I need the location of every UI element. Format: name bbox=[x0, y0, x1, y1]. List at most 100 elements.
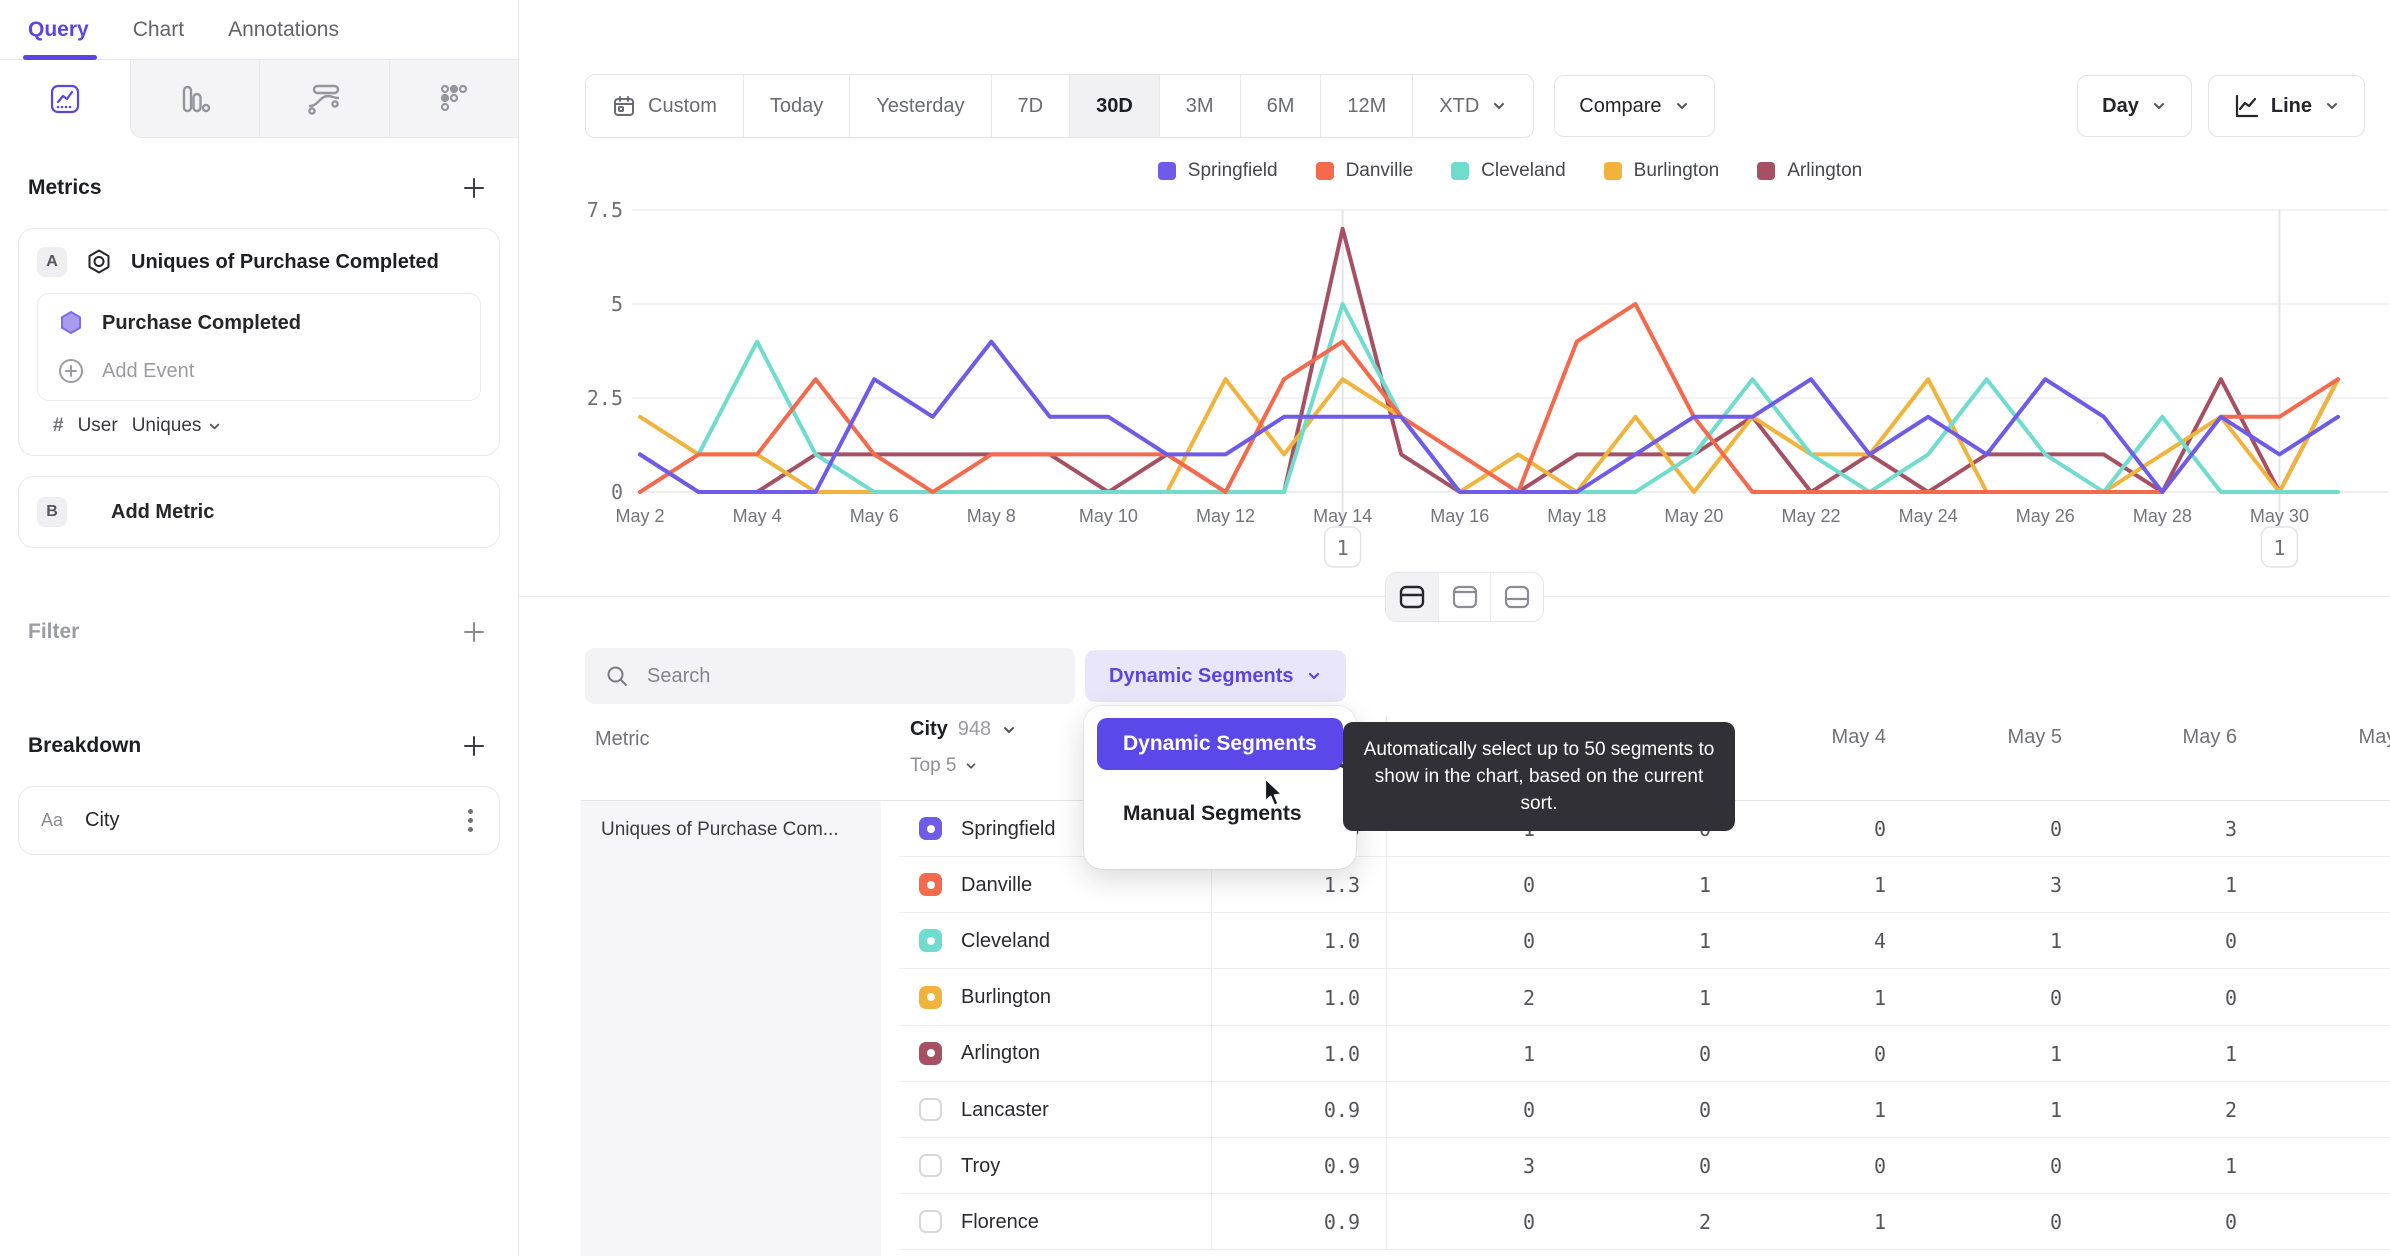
segment-search[interactable] bbox=[585, 648, 1075, 704]
segment-checkbox[interactable] bbox=[919, 929, 942, 953]
chart-type-tab-bar-chart[interactable] bbox=[129, 60, 259, 138]
measure-user[interactable]: User bbox=[78, 415, 118, 437]
bar-chart-icon bbox=[178, 82, 212, 116]
svg-text:May 8: May 8 bbox=[967, 506, 1016, 526]
layout-bottom-button[interactable] bbox=[1490, 573, 1543, 621]
measure-type-label: Uniques bbox=[131, 415, 202, 436]
range-6m[interactable]: 6M bbox=[1239, 75, 1321, 137]
svg-text:0: 0 bbox=[611, 480, 623, 504]
chart-type-strip bbox=[0, 60, 518, 138]
layout-top-button[interactable] bbox=[1437, 573, 1491, 621]
segment-name[interactable]: Springfield bbox=[961, 801, 1056, 857]
segment-name[interactable]: Cleveland bbox=[961, 913, 1050, 969]
day-header-may-4: May 4 bbox=[1831, 726, 1886, 748]
range-30d[interactable]: 30D bbox=[1069, 75, 1159, 137]
breakdown-dropdown[interactable]: City 948 bbox=[910, 718, 1017, 741]
svg-text:1: 1 bbox=[2273, 536, 2285, 560]
range-yesterday[interactable]: Yesterday bbox=[849, 75, 990, 137]
range-custom[interactable]: Custom bbox=[586, 75, 743, 137]
svg-text:May 24: May 24 bbox=[1899, 506, 1958, 526]
segment-name[interactable]: Burlington bbox=[961, 970, 1051, 1026]
layout-split-button[interactable] bbox=[1386, 573, 1438, 621]
segment-checkbox[interactable] bbox=[919, 1041, 942, 1065]
nav-tab-query[interactable]: Query bbox=[23, 0, 97, 60]
day-value: 0 bbox=[1698, 1041, 1711, 1066]
top-n-dropdown[interactable]: Top 5 bbox=[910, 755, 1017, 777]
range-3m[interactable]: 3M bbox=[1158, 75, 1240, 137]
add-event-row[interactable]: Add Event bbox=[58, 358, 460, 384]
metric-card-b[interactable]: B Add Metric bbox=[18, 476, 500, 548]
date-range-group: Custom Today Yesterday 7D 30D 3M 6M 12M XTD bbox=[585, 74, 1535, 138]
segment-name[interactable]: Arlington bbox=[961, 1026, 1040, 1082]
segment-checkbox[interactable] bbox=[919, 1210, 942, 1234]
segment-name[interactable]: Troy bbox=[961, 1138, 1000, 1194]
svg-text:2.5: 2.5 bbox=[587, 386, 623, 410]
nav-tab-chart[interactable]: Chart bbox=[133, 0, 184, 59]
date-toolbar: Custom Today Yesterday 7D 30D 3M 6M 12M XTD Comp… bbox=[585, 74, 2365, 138]
add-filter-plus-icon[interactable] bbox=[460, 618, 488, 646]
day-value: 1 bbox=[2049, 929, 2062, 954]
hexagon-filled-icon bbox=[58, 310, 84, 336]
segment-checkbox[interactable] bbox=[919, 1098, 942, 1121]
chart-type-tab-scatter-dots[interactable] bbox=[388, 60, 518, 138]
metrics-title: Metrics bbox=[28, 176, 102, 199]
range-label: 7D bbox=[1017, 94, 1044, 117]
event-name: Purchase Completed bbox=[102, 311, 301, 334]
nav-tab-annotations[interactable]: Annotations bbox=[228, 0, 339, 59]
segment-checkbox[interactable] bbox=[919, 985, 942, 1009]
add-breakdown-plus-icon[interactable] bbox=[460, 732, 488, 760]
day-value: 0 bbox=[1698, 1098, 1711, 1122]
chart-type-tab-flow-chart[interactable] bbox=[259, 60, 389, 138]
checkbox-dot bbox=[926, 936, 935, 945]
day-value: 1 bbox=[1873, 1210, 1886, 1235]
day-header-may-6: May 6 bbox=[2182, 726, 2237, 748]
metrics-header: Metrics bbox=[0, 174, 518, 202]
table-row-troy: Troy 0.9 3 0 0 0 1 bbox=[899, 1138, 2390, 1195]
menu-item-dynamic-segments[interactable]: Dynamic Segments bbox=[1097, 718, 1343, 770]
measure-type-dropdown[interactable]: Uniques bbox=[132, 415, 223, 437]
plus-circle-icon bbox=[58, 358, 84, 384]
segment-name[interactable]: Lancaster bbox=[961, 1082, 1049, 1138]
day-value: 0 bbox=[2224, 1210, 2237, 1235]
event-row[interactable]: Purchase Completed bbox=[58, 310, 460, 336]
chevron-down-icon bbox=[2151, 98, 2167, 114]
line-chart-area[interactable]: 0 2.5 5 7.5 1 1 May 2 May 4 May 6 May 8 May 10 May … bbox=[519, 150, 2390, 590]
range-12m[interactable]: 12M bbox=[1320, 75, 1412, 137]
segment-name[interactable]: Florence bbox=[961, 1194, 1039, 1250]
segment-checkbox[interactable] bbox=[919, 1154, 942, 1178]
day-value: 0 bbox=[1522, 1098, 1535, 1122]
line-chart-icon bbox=[2233, 93, 2259, 119]
metric-a-title[interactable]: Uniques of Purchase Completed bbox=[131, 251, 439, 274]
svg-text:May 2: May 2 bbox=[615, 506, 664, 526]
chart-type-button[interactable]: Line bbox=[2207, 75, 2365, 137]
chart-type-tab-line-chart[interactable] bbox=[0, 60, 130, 138]
segment-checkbox[interactable] bbox=[919, 873, 942, 897]
range-label: 3M bbox=[1185, 94, 1214, 117]
compare-button[interactable]: Compare bbox=[1554, 75, 1715, 137]
range-label: XTD bbox=[1439, 94, 1480, 117]
day-value: 0 bbox=[2224, 929, 2237, 954]
property-type-icon: Aa bbox=[41, 810, 64, 830]
granularity-button[interactable]: Day bbox=[2077, 75, 2192, 137]
chevron-down-icon bbox=[1001, 722, 1017, 738]
scatter-dots-icon bbox=[437, 82, 471, 116]
day-value: 0 bbox=[1873, 817, 1886, 841]
search-input[interactable] bbox=[645, 663, 1055, 689]
range-label: 30D bbox=[1096, 94, 1133, 117]
range-xtd[interactable]: XTD bbox=[1412, 75, 1533, 137]
avg-value: 1.0 bbox=[1323, 929, 1360, 954]
segment-checkbox[interactable] bbox=[919, 817, 942, 840]
table-row-lancaster: Lancaster 0.9 0 0 1 1 2 bbox=[899, 1082, 2390, 1138]
day-value: 0 bbox=[1522, 929, 1535, 954]
range-today[interactable]: Today bbox=[742, 75, 849, 137]
range-7d[interactable]: 7D bbox=[990, 75, 1070, 137]
checkbox-dot bbox=[926, 880, 935, 889]
segment-name[interactable]: Danville bbox=[961, 857, 1032, 913]
day-value: 1 bbox=[2224, 1154, 2237, 1179]
add-metric-plus-icon[interactable] bbox=[460, 174, 488, 202]
kebab-menu-icon[interactable] bbox=[464, 805, 477, 836]
flow-chart-icon bbox=[306, 82, 342, 116]
segments-selector-button[interactable]: Dynamic Segments bbox=[1085, 650, 1346, 702]
series-arlington[interactable] bbox=[638, 226, 2340, 494]
breakdown-item-city[interactable]: Aa City bbox=[18, 786, 500, 855]
